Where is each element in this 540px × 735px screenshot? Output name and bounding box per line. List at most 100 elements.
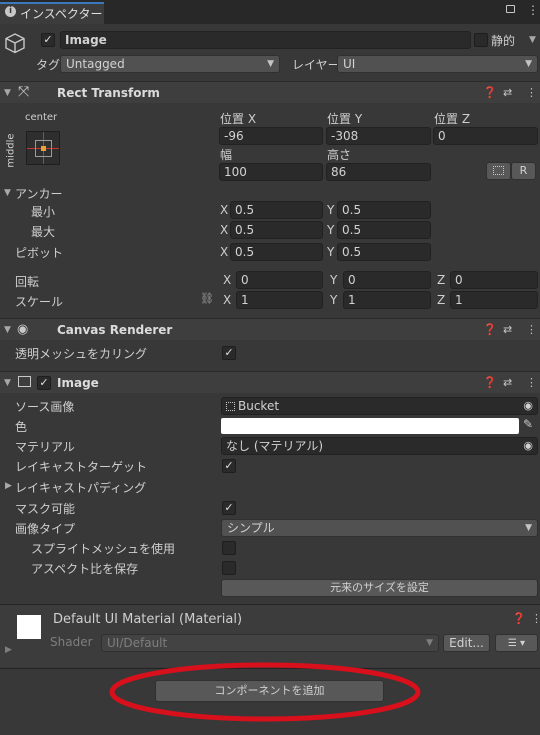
color-swatch[interactable] xyxy=(221,418,519,434)
anchors-foldout-icon[interactable]: ▼ xyxy=(4,188,11,198)
presets-icon[interactable]: ⇄ xyxy=(503,323,512,336)
static-checkbox[interactable] xyxy=(474,33,488,47)
help-icon[interactable]: ❓ xyxy=(512,612,526,625)
rect-transform-header[interactable]: ▼ ⤧ Rect Transform ❓ ⇄ ⋮ xyxy=(0,81,540,103)
image-type-label: 画像タイプ xyxy=(15,522,76,536)
pivot-y-field[interactable]: 0.5 xyxy=(337,243,431,261)
object-picker-icon[interactable]: ◉ xyxy=(523,438,533,454)
anchor-h-label: center xyxy=(25,112,58,123)
scale-x-field[interactable]: 1 xyxy=(236,291,323,309)
pos-z-label: 位置 Z xyxy=(434,112,471,126)
foldout-arrow-icon[interactable]: ▼ xyxy=(4,88,11,98)
image-enabled-checkbox[interactable]: ✓ xyxy=(37,376,51,390)
raycast-target-checkbox[interactable]: ✓ xyxy=(222,459,236,473)
gameobject-cube-icon xyxy=(5,33,25,54)
material-preview-thumbnail xyxy=(17,615,41,639)
help-icon[interactable]: ❓ xyxy=(483,376,497,389)
max-y-field[interactable]: 0.5 xyxy=(337,221,431,239)
tab-inspector[interactable]: i インスペクター xyxy=(0,2,104,24)
pos-y-label: 位置 Y xyxy=(327,112,363,126)
raycast-target-label: レイキャストターゲット xyxy=(15,460,148,474)
image-header[interactable]: ▼ ✓ Image ❓ ⇄ ⋮ xyxy=(0,371,540,393)
help-icon[interactable]: ❓ xyxy=(483,86,497,99)
max-x-field[interactable]: 0.5 xyxy=(230,221,323,239)
shader-label: Shader xyxy=(50,635,93,649)
raw-edit-button[interactable]: R xyxy=(511,162,536,180)
pos-z-field[interactable]: 0 xyxy=(433,127,538,145)
layer-dropdown[interactable]: UI ▼ xyxy=(337,55,538,73)
pos-y-field[interactable]: -308 xyxy=(326,127,431,145)
presets-icon[interactable]: ⇄ xyxy=(503,86,512,99)
min-y-axis: Y xyxy=(327,203,335,217)
shader-options-button[interactable]: ☰ ▾ xyxy=(495,634,538,652)
material-title: Default UI Material (Material) xyxy=(53,612,243,627)
height-label: 高さ xyxy=(327,148,352,162)
anchor-v-label: middle xyxy=(5,133,17,168)
height-field[interactable]: 86 xyxy=(326,163,431,181)
help-icon[interactable]: ❓ xyxy=(483,323,497,336)
component-menu-icon[interactable]: ⋮ xyxy=(526,86,537,99)
rot-x-axis: X xyxy=(223,273,232,287)
constrain-proportions-icon[interactable]: ⛓ xyxy=(200,292,214,305)
lock-icon[interactable] xyxy=(506,5,515,13)
scale-z-field[interactable]: 1 xyxy=(450,291,538,309)
pivot-x-field[interactable]: 0.5 xyxy=(230,243,323,261)
static-label: 静的 xyxy=(491,34,516,48)
canvas-renderer-title: Canvas Renderer xyxy=(57,323,173,337)
raycast-padding-foldout-icon[interactable]: ▶ xyxy=(5,481,12,491)
blueprint-icon xyxy=(493,166,504,175)
info-icon: i xyxy=(5,6,16,17)
min-x-axis: X xyxy=(220,203,229,217)
scale-y-axis: Y xyxy=(330,293,338,307)
max-label: 最大 xyxy=(31,225,56,239)
foldout-arrow-icon[interactable]: ▼ xyxy=(4,325,11,335)
anchor-presets-button[interactable] xyxy=(26,131,60,165)
object-name-input[interactable]: Image xyxy=(60,31,471,49)
layer-value: UI xyxy=(343,57,356,71)
material-foldout-icon[interactable]: ▶ xyxy=(5,645,12,655)
raycast-padding-label[interactable]: レイキャストパディング xyxy=(15,479,146,496)
foldout-arrow-icon[interactable]: ▼ xyxy=(4,378,11,388)
list-icon: ☰ ▾ xyxy=(507,638,526,649)
blueprint-mode-button[interactable] xyxy=(486,162,511,180)
more-menu-icon[interactable]: ⋮ xyxy=(527,3,539,17)
preserve-aspect-checkbox[interactable] xyxy=(222,561,236,575)
presets-icon[interactable]: ⇄ xyxy=(503,376,512,389)
cull-checkbox[interactable]: ✓ xyxy=(222,346,236,360)
component-menu-icon[interactable]: ⋮ xyxy=(526,376,537,389)
material-menu-icon[interactable]: ⋮ xyxy=(531,612,540,625)
rot-y-axis: Y xyxy=(330,273,338,287)
set-native-size-button[interactable]: 元来のサイズを設定 xyxy=(221,579,538,597)
anchors-label: アンカー xyxy=(15,187,63,201)
maskable-checkbox[interactable]: ✓ xyxy=(222,501,236,515)
rot-y-field[interactable]: 0 xyxy=(343,271,431,289)
shader-dropdown[interactable]: UI/Default ▼ xyxy=(101,634,439,652)
rot-x-field[interactable]: 0 xyxy=(236,271,323,289)
material-field[interactable]: なし (マテリアル) ◉ xyxy=(221,437,538,455)
canvas-renderer-header[interactable]: ▼ ◉ Canvas Renderer ❓ ⇄ ⋮ xyxy=(0,318,540,340)
image-type-value: シンプル xyxy=(227,521,275,535)
maskable-label: マスク可能 xyxy=(15,502,76,516)
image-title: Image xyxy=(57,376,99,390)
width-field[interactable]: 100 xyxy=(219,163,323,181)
min-y-field[interactable]: 0.5 xyxy=(337,201,431,219)
image-component-icon xyxy=(18,376,31,387)
object-picker-icon[interactable]: ◉ xyxy=(523,398,533,414)
static-dropdown-arrow-icon[interactable]: ▼ xyxy=(529,35,536,45)
active-checkbox[interactable]: ✓ xyxy=(41,33,55,47)
preserve-aspect-label: アスペクト比を保存 xyxy=(31,562,139,576)
sprite-mesh-checkbox[interactable] xyxy=(222,541,236,555)
chevron-down-icon: ▼ xyxy=(525,523,532,533)
pos-x-field[interactable]: -96 xyxy=(219,127,323,145)
scale-y-field[interactable]: 1 xyxy=(343,291,431,309)
source-image-label: ソース画像 xyxy=(15,400,75,414)
component-menu-icon[interactable]: ⋮ xyxy=(526,323,537,336)
eyedropper-icon[interactable]: ✎ xyxy=(523,417,533,431)
image-type-dropdown[interactable]: シンプル ▼ xyxy=(221,519,538,537)
source-image-field[interactable]: Bucket ◉ xyxy=(221,397,538,415)
min-label: 最小 xyxy=(31,205,56,219)
shader-edit-button[interactable]: Edit... xyxy=(443,634,490,652)
rot-z-field[interactable]: 0 xyxy=(450,271,538,289)
tag-dropdown[interactable]: Untagged ▼ xyxy=(60,55,280,73)
min-x-field[interactable]: 0.5 xyxy=(230,201,323,219)
